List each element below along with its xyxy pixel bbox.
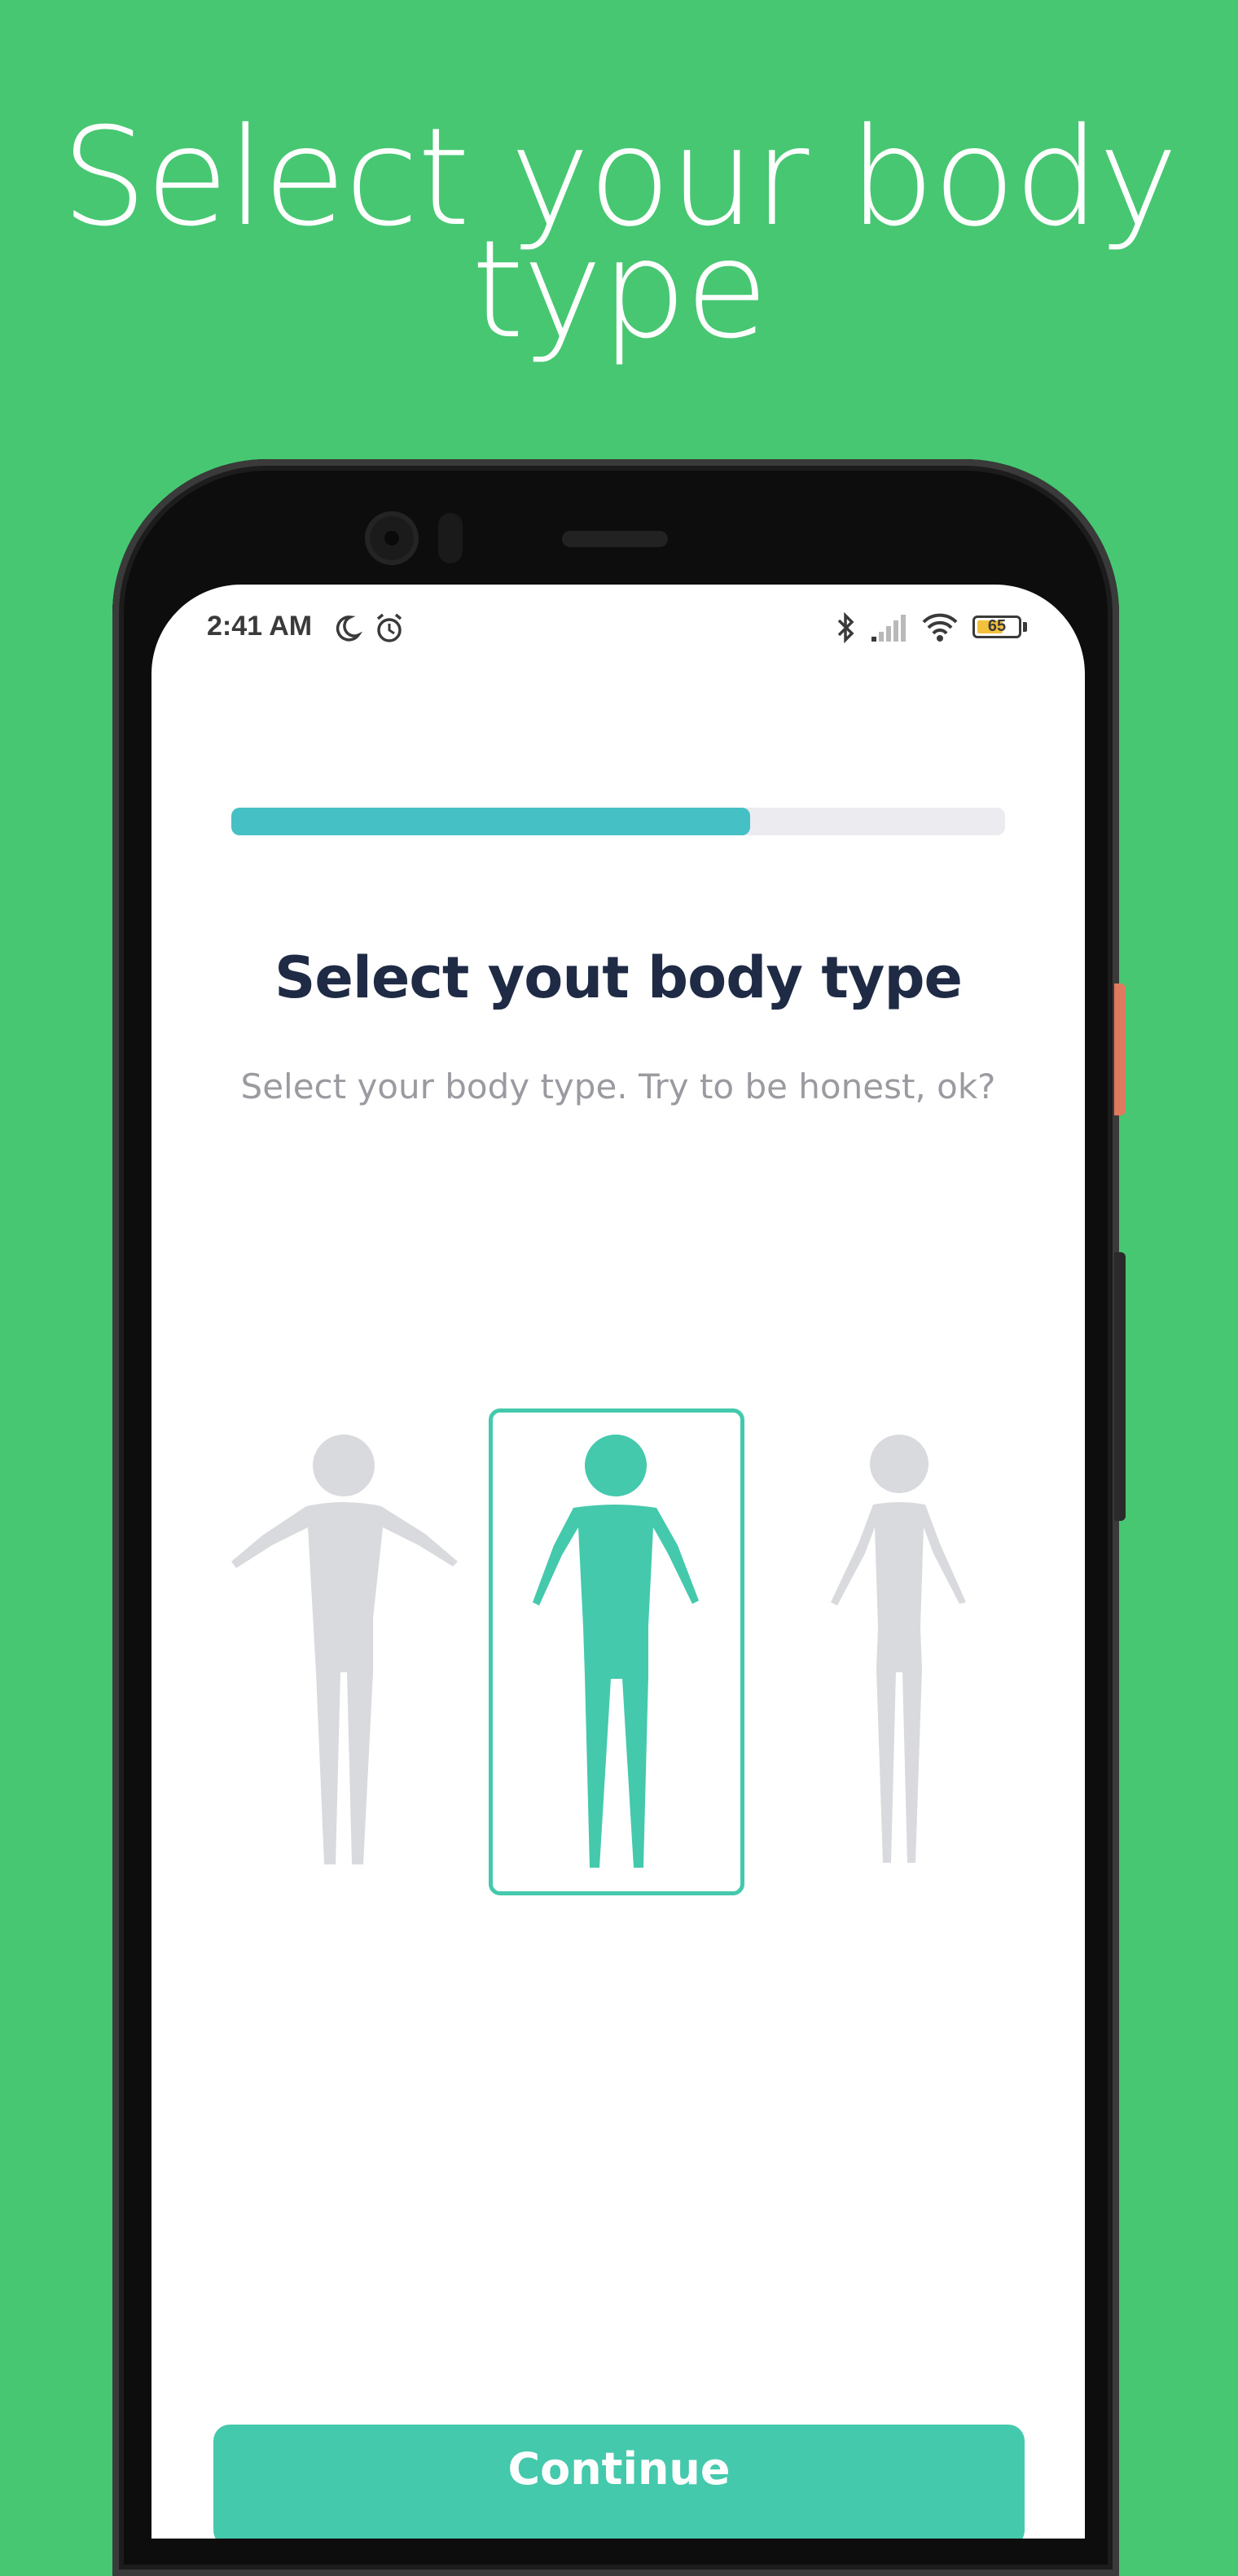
battery-cap <box>1023 622 1027 632</box>
page-subtitle: Select your body type. Try to be honest,… <box>240 1067 996 1106</box>
signal-icon <box>871 615 906 642</box>
status-time: 2:41 AM <box>207 611 313 642</box>
page-title: Select yout body type <box>274 944 963 1011</box>
battery-indicator: 65 <box>972 616 1021 638</box>
slim-body-figure-icon <box>831 1435 966 1863</box>
bluetooth-icon <box>837 611 854 644</box>
moon-icon <box>336 616 363 642</box>
body-type-option-average[interactable] <box>515 1431 718 1871</box>
promo-headline: Select your body type <box>0 111 1238 358</box>
battery-level-text: 65 <box>987 617 1007 635</box>
wifi-icon <box>922 613 958 642</box>
proximity-sensor <box>438 513 463 563</box>
status-bar: 2:41 AM 65 <box>151 585 1085 674</box>
average-body-figure-icon <box>533 1435 699 1868</box>
phone-power-button <box>1114 984 1126 1115</box>
body-type-option-slim[interactable] <box>818 1431 981 1871</box>
front-camera <box>365 511 419 565</box>
continue-button[interactable]: Continue <box>213 2425 1025 2539</box>
onboarding-progress-fill <box>231 808 750 835</box>
app-screen: 2:41 AM 65 Select yout body type Select … <box>151 585 1085 2539</box>
alarm-icon <box>376 613 402 642</box>
phone-volume-button <box>1114 1252 1126 1521</box>
broad-body-figure-icon <box>231 1435 458 1864</box>
onboarding-progress-bar <box>231 808 1005 835</box>
earpiece-speaker <box>562 531 668 547</box>
body-type-option-broad[interactable] <box>230 1431 463 1871</box>
